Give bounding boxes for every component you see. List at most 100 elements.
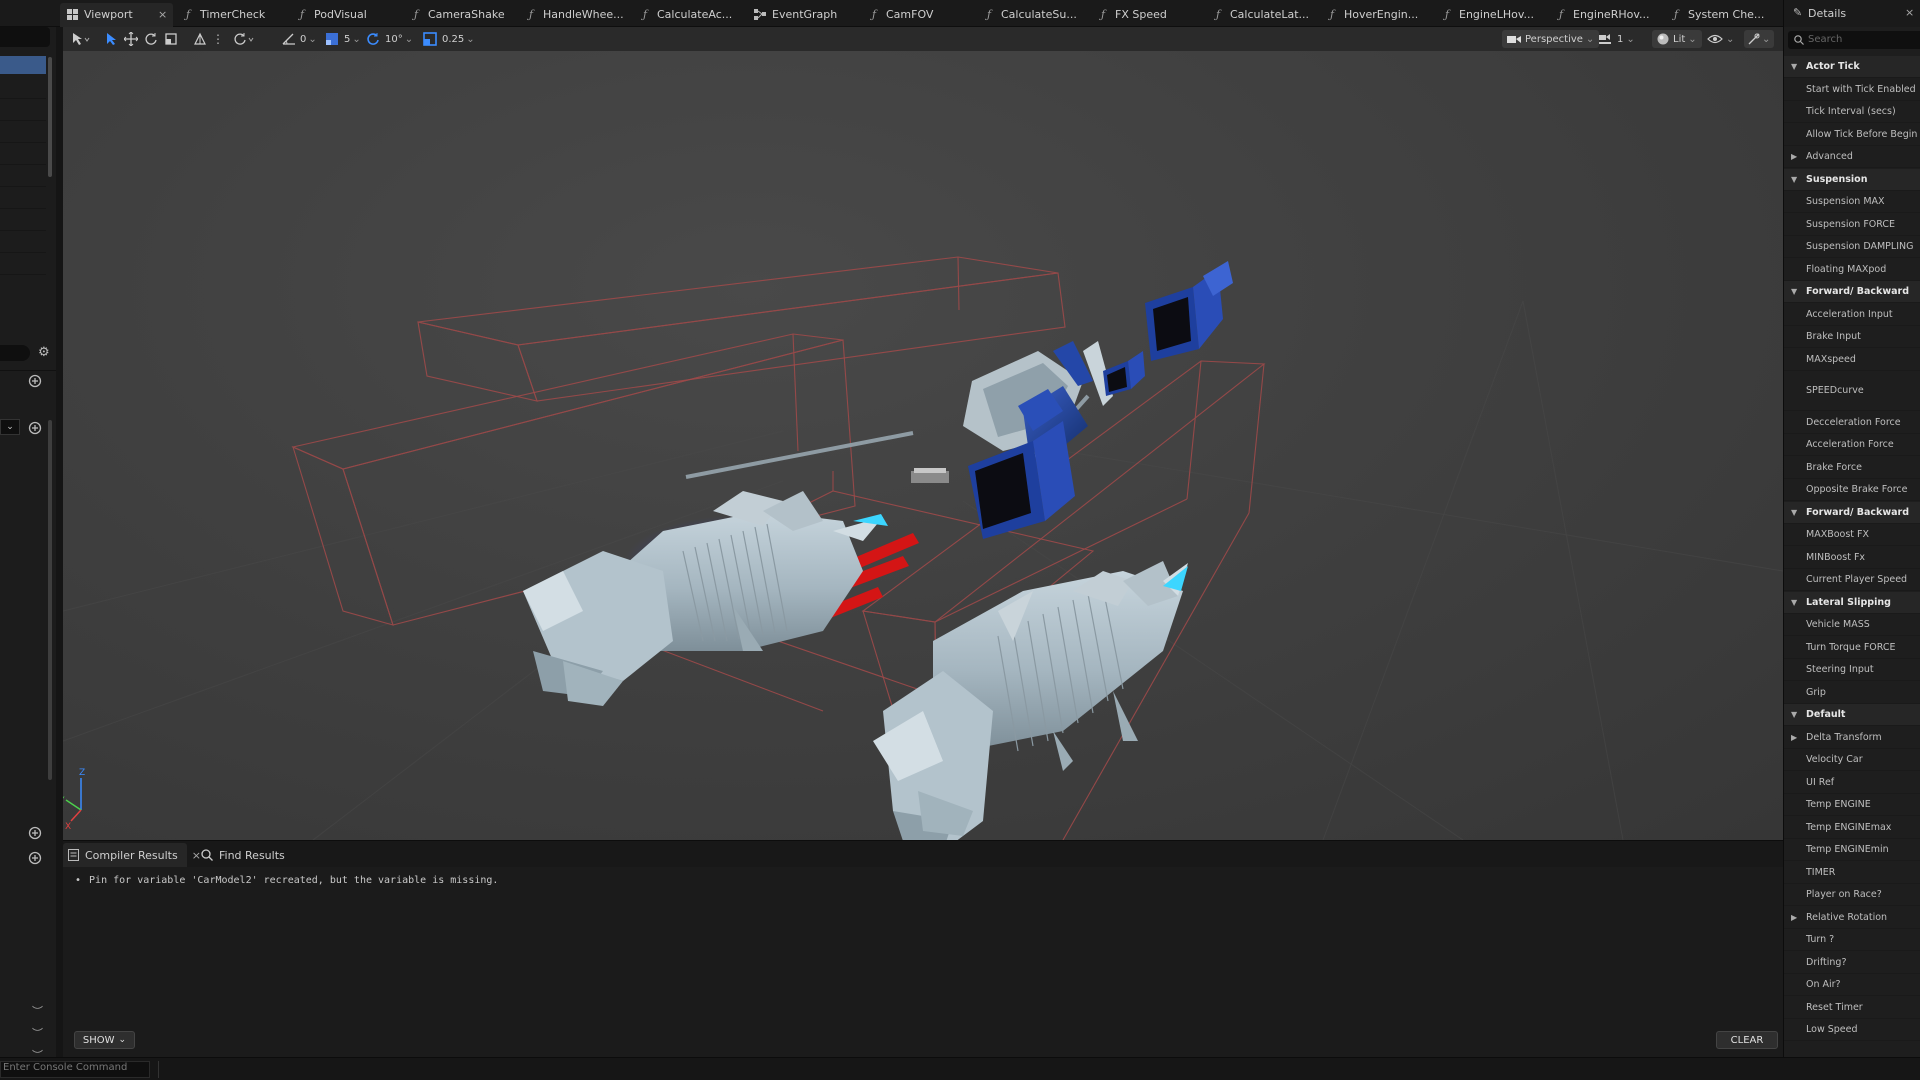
expand-arrow-icon[interactable]: ▶ [1791,733,1797,742]
list-item[interactable] [0,187,46,209]
details-category-header[interactable]: ▼ Default [1784,704,1920,726]
left-search-field[interactable] [0,27,50,47]
details-property-row[interactable]: Drifting? [1784,952,1920,974]
details-property-row[interactable]: Player on Race? [1784,884,1920,906]
add-icon[interactable] [28,421,42,435]
clear-button[interactable]: CLEAR [1716,1031,1778,1049]
details-property-row[interactable]: Temp ENGINE [1784,794,1920,816]
details-property-row[interactable]: Steering Input [1784,659,1920,681]
translate-tool-button[interactable] [124,31,138,47]
tab-camerashake[interactable]: ƒ CameraShake [410,4,505,24]
close-icon[interactable]: × [158,8,167,21]
close-icon[interactable]: × [192,849,201,862]
list-item[interactable] [0,99,46,121]
list-item[interactable] [0,165,46,187]
tab-calculatesu[interactable]: ƒ CalculateSu... [983,4,1077,24]
details-property-row[interactable]: TIMER [1784,862,1920,884]
list-item[interactable] [0,253,46,275]
tab-systemcheck[interactable]: ƒ System Che... [1670,4,1764,24]
view-mode-dropdown[interactable]: Lit ⌄ [1652,30,1702,48]
scale-tool-button[interactable] [164,31,178,47]
details-property-row[interactable]: Reset Timer [1784,997,1920,1019]
details-property-row[interactable]: Acceleration Force [1784,434,1920,456]
collapse-arrow-icon[interactable]: ▼ [1791,508,1797,517]
details-property-row[interactable]: MAXBoost FX [1784,524,1920,546]
console-command-input[interactable]: Enter Console Command [0,1061,150,1078]
collapse-arrow-icon[interactable]: ▼ [1791,287,1797,296]
details-property-row[interactable]: On Air? [1784,974,1920,996]
coordinate-space-dropdown[interactable] [233,31,255,47]
details-property-row[interactable]: ▶ Advanced [1784,146,1920,168]
add-icon[interactable] [28,851,42,865]
rotate-tool-button[interactable] [144,31,158,47]
details-property-row[interactable]: Allow Tick Before Begin Play [1784,124,1920,146]
scrollbar[interactable] [48,57,52,177]
tab-hoverengine[interactable]: ƒ HoverEngin... [1326,4,1418,24]
details-property-row[interactable]: UI Ref [1784,772,1920,794]
gear-icon[interactable]: ⚙ [38,345,50,360]
details-property-row[interactable]: Temp ENGINEmax [1784,817,1920,839]
details-property-row[interactable]: MAXspeed [1784,349,1920,371]
tab-compiler-results[interactable]: Compiler Results × [68,845,201,865]
tab-eventgraph[interactable]: EventGraph [754,4,837,24]
details-property-row[interactable]: Acceleration Input [1784,304,1920,326]
expand-arrow-icon[interactable]: ▶ [1791,913,1797,922]
tab-enginerhov[interactable]: ƒ EngineRHov... [1555,4,1650,24]
list-item[interactable] [0,143,46,165]
list-item[interactable] [0,121,46,143]
tab-find-results[interactable]: Find Results [201,845,285,865]
details-property-row[interactable]: MINBoost Fx [1784,547,1920,569]
details-property-row[interactable]: Suspension MAX [1784,191,1920,213]
list-item[interactable] [0,77,46,99]
details-category-header[interactable]: ▼ Forward/ Backward [1784,281,1920,303]
perspective-dropdown[interactable]: Perspective ⌄ [1502,30,1600,48]
details-property-row[interactable]: ▶ Delta Transform [1784,727,1920,749]
grid-snap-toggle[interactable]: 5 ⌄ [325,31,361,47]
list-item[interactable] [0,209,46,231]
list-item[interactable] [0,231,46,253]
details-property-row[interactable]: Temp ENGINEmin [1784,839,1920,861]
details-category-header[interactable]: ▼ Lateral Slipping [1784,591,1920,614]
tab-camfov[interactable]: ƒ CamFOV [868,4,934,24]
details-property-row[interactable]: Turn Torque FORCE [1784,637,1920,659]
add-icon[interactable] [28,374,42,388]
tab-viewport[interactable]: Viewport × [66,4,167,24]
scrollbar[interactable] [48,420,52,780]
details-category-header[interactable]: ▼ Suspension [1784,168,1920,191]
collapse-arrow-icon[interactable]: ▼ [1791,598,1797,607]
details-category-header[interactable]: ▼ Actor Tick [1784,56,1920,78]
details-search-input[interactable]: Search [1788,31,1920,49]
collapse-arrow-icon[interactable]: ▼ [1791,710,1797,719]
details-property-row[interactable]: ▶ Relative Rotation [1784,907,1920,929]
details-property-row[interactable]: Suspension DAMPLING [1784,236,1920,258]
angle-snap-toggle[interactable]: 0 ⌄ [281,31,317,47]
collapse-arrow-icon[interactable]: ▼ [1791,175,1797,184]
scale-snap-toggle[interactable]: 0.25 ⌄ [423,31,475,47]
close-icon[interactable]: × [1905,6,1914,19]
expand-arrow-icon[interactable]: ▶ [1791,152,1797,161]
select-tool-button[interactable] [105,31,117,47]
tab-timercheck[interactable]: ƒ TimerCheck [182,4,265,24]
details-category-header[interactable]: ▼ Forward/ Backward [1784,501,1920,524]
surface-snap-button[interactable] [193,31,207,47]
add-icon[interactable] [28,826,42,840]
tab-calculateac[interactable]: ƒ CalculateAc... [639,4,732,24]
details-property-row[interactable]: Suspension FORCE [1784,214,1920,236]
details-property-row[interactable]: Current Player Speed [1784,569,1920,591]
details-property-row[interactable]: Vehicle MASS [1784,614,1920,636]
chevron-down-icon[interactable]: ⌄ [0,419,20,435]
details-property-row[interactable]: Turn ? [1784,929,1920,951]
details-property-row[interactable]: Decceleration Force [1784,412,1920,434]
details-property-row[interactable]: Brake Input [1784,326,1920,348]
rotation-snap-toggle[interactable]: 10° ⌄ [366,31,413,47]
tab-enginelhov[interactable]: ƒ EngineLHov... [1441,4,1534,24]
select-mode-dropdown[interactable] [71,31,91,47]
selected-component-row[interactable] [0,56,46,74]
collapse-icon[interactable]: ︶ [32,1003,43,1019]
more-options-icon[interactable]: ⋮ [212,31,224,47]
show-dropdown-button[interactable]: SHOW ⌄ [74,1031,135,1049]
details-property-row[interactable]: Tick Interval (secs) [1784,101,1920,123]
details-property-row[interactable]: Velocity Car [1784,749,1920,771]
details-property-row[interactable]: Low Speed [1784,1019,1920,1041]
camera-speed-dropdown[interactable]: 1 ⌄ [1599,31,1635,47]
